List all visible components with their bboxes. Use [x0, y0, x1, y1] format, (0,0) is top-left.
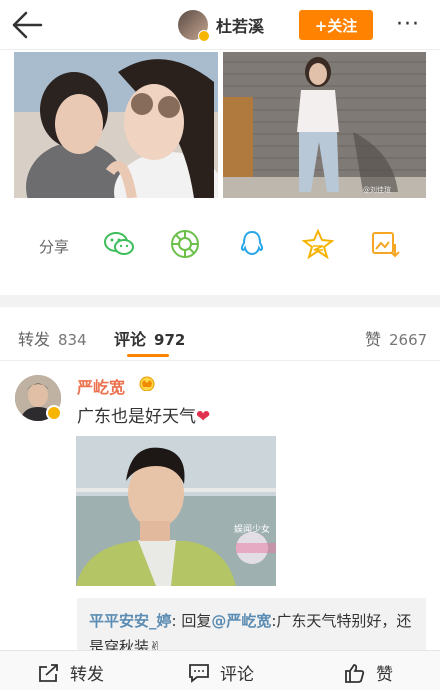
- repost-button[interactable]: 转发: [38, 660, 104, 685]
- street-photo-illustration: @刘佳瑄: [223, 52, 426, 198]
- reply-mention[interactable]: @严屹宽: [211, 612, 271, 630]
- tab-label: 赞: [365, 330, 382, 349]
- comment-photo-illustration: 娱闻少女: [76, 436, 276, 586]
- bottom-action-bar: 转发 评论 赞: [0, 650, 440, 690]
- comment-body: 广东也是好天气: [77, 407, 196, 427]
- comment-image[interactable]: 娱闻少女: [76, 436, 276, 586]
- comment-item: 严屹宽 广东也是好天气❤ 娱闻少女 平平安安_婷: 回复@严屹宽:广东天气特别好…: [0, 372, 440, 692]
- top-navigation-bar: 杜若溪 +关注 ···: [0, 0, 440, 50]
- author-avatar[interactable]: [178, 10, 210, 42]
- selfie-photo-illustration: [14, 52, 218, 198]
- thumbs-up-icon: [345, 663, 365, 683]
- wechat-icon[interactable]: [103, 228, 135, 260]
- post-image-selfie[interactable]: [14, 52, 218, 198]
- author-name[interactable]: 杜若溪: [216, 13, 264, 37]
- qq-icon[interactable]: [236, 228, 268, 260]
- save-image-icon[interactable]: [369, 228, 401, 260]
- share-label: 分享: [39, 238, 70, 256]
- like-label: 赞: [376, 665, 393, 685]
- qzone-icon[interactable]: [302, 228, 334, 260]
- more-options-icon[interactable]: ···: [396, 14, 420, 36]
- tab-likes[interactable]: 赞 2667: [365, 326, 427, 350]
- follow-button[interactable]: +关注: [299, 10, 373, 40]
- vip-crown-icon: [139, 376, 155, 391]
- tab-comments[interactable]: 评论 972: [114, 326, 185, 350]
- profile-title[interactable]: 杜若溪: [178, 10, 264, 42]
- heart-emoji: ❤: [196, 407, 211, 427]
- verified-badge-icon: [46, 405, 62, 421]
- post-image-street[interactable]: @刘佳瑄: [223, 52, 426, 198]
- image-watermark: 娱闻少女: [234, 523, 270, 535]
- repost-icon: [39, 663, 58, 682]
- interaction-tabs: 转发 834 评论 972 赞 2667: [0, 307, 440, 361]
- reply-username[interactable]: 平平安安_婷: [89, 612, 172, 630]
- comment-icon: [189, 663, 209, 683]
- repost-label: 转发: [70, 665, 104, 685]
- section-divider: [0, 295, 440, 307]
- tab-label: 转发: [18, 330, 51, 349]
- image-watermark: @刘佳瑄: [363, 185, 391, 194]
- tab-reposts[interactable]: 转发 834: [18, 326, 87, 350]
- share-bar: 分享: [0, 228, 440, 264]
- verified-badge-icon: [198, 30, 210, 42]
- back-arrow-icon[interactable]: [10, 10, 44, 40]
- comment-button[interactable]: 评论: [188, 660, 254, 685]
- active-tab-indicator: [127, 354, 169, 357]
- tab-count: 2667: [389, 331, 428, 349]
- like-button[interactable]: 赞: [344, 660, 393, 685]
- tab-label: 评论: [114, 330, 147, 349]
- commenter-name[interactable]: 严屹宽: [77, 374, 125, 398]
- post-images: @刘佳瑄: [0, 52, 440, 198]
- tab-count: 834: [58, 331, 87, 349]
- comment-label: 评论: [220, 665, 254, 685]
- moments-icon[interactable]: [169, 228, 201, 260]
- tab-count: 972: [154, 331, 186, 349]
- reply-prefix: : 回复: [171, 612, 212, 630]
- comment-text: 广东也是好天气❤: [77, 402, 210, 427]
